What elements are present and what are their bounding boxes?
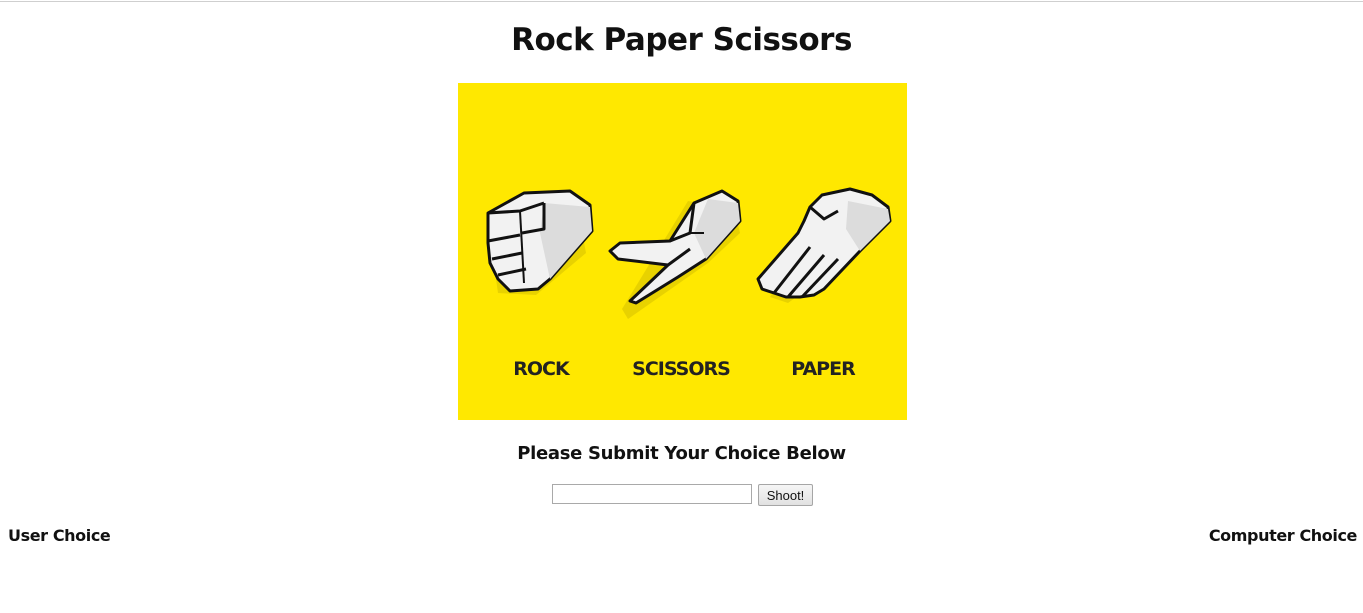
scissors-hand-icon xyxy=(608,189,742,319)
paper-hand-icon xyxy=(756,187,892,303)
paper-label: PAPER xyxy=(791,358,856,380)
scissors-label: SCISSORS xyxy=(632,358,730,380)
rock-label: ROCK xyxy=(513,358,571,380)
rock-paper-scissors-illustration: ROCK SCISSORS PAPER xyxy=(458,83,907,420)
user-choice-label: User Choice xyxy=(8,526,111,545)
page-title: Rock Paper Scissors xyxy=(511,22,852,58)
rock-hand-icon xyxy=(486,189,594,295)
top-divider xyxy=(0,1,1363,2)
choice-input[interactable] xyxy=(552,484,752,504)
computer-choice-label: Computer Choice xyxy=(1208,526,1358,545)
choice-prompt: Please Submit Your Choice Below xyxy=(517,443,846,464)
shoot-button[interactable]: Shoot! xyxy=(758,484,813,506)
